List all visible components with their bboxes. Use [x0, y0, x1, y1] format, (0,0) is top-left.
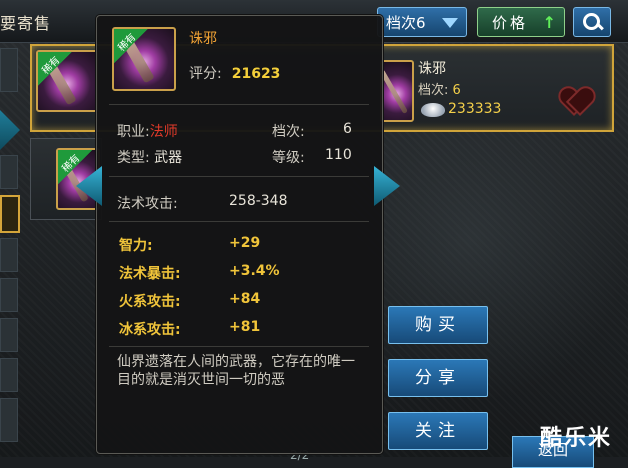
tier-value: 6	[343, 121, 352, 137]
category-tab[interactable]	[0, 318, 18, 352]
weapon-item-icon: 稀有	[36, 50, 98, 112]
stat-label: 智力:	[119, 238, 153, 254]
category-tab[interactable]	[0, 238, 18, 272]
item-score: 评分: 21623	[189, 66, 281, 82]
weapon-item-icon: 稀有	[112, 27, 176, 91]
divider	[109, 176, 369, 177]
type-row: 类型: 武器	[117, 150, 183, 166]
category-tab[interactable]	[0, 278, 18, 312]
stat-value: +29	[229, 235, 261, 251]
watermark: 酷乐米	[540, 426, 613, 451]
share-button[interactable]: 分享	[388, 359, 488, 397]
stat-value: +81	[229, 319, 261, 335]
listing-tier: 档次: 6	[418, 83, 461, 98]
category-tab[interactable]	[0, 398, 18, 442]
listing-price: 233333	[448, 101, 502, 117]
stat-label: 法术暴击:	[119, 266, 181, 282]
tier-filter-button[interactable]: 档次6	[377, 7, 467, 37]
divider	[109, 104, 369, 105]
divider	[109, 221, 369, 222]
rare-tag-icon: 稀有	[38, 52, 72, 86]
stat-value: +84	[229, 291, 261, 307]
sort-up-arrow-icon: ↑	[542, 13, 556, 32]
attack-label: 法术攻击:	[117, 196, 178, 212]
stat-label: 冰系攻击:	[119, 322, 181, 338]
category-tab[interactable]	[0, 48, 18, 92]
item-description: 仙界遗落在人间的武器，它存在的唯一目的就是消灭世间一切的恶	[117, 354, 355, 388]
price-sort-button[interactable]: 价格 ↑	[477, 7, 565, 37]
rare-tag-icon: 稀有	[114, 29, 148, 63]
buy-button[interactable]: 购买	[388, 306, 488, 344]
item-name: 诛邪	[189, 31, 217, 47]
favorite-heart-icon[interactable]	[560, 88, 590, 116]
page-title: 要寄售	[0, 14, 52, 33]
level-value: 110	[325, 147, 352, 163]
tier-row: 档次:	[272, 124, 305, 140]
dropdown-triangle-icon	[442, 18, 458, 28]
search-button[interactable]	[573, 7, 611, 37]
attack-value: 258-348	[229, 193, 288, 209]
category-tab[interactable]	[0, 155, 18, 189]
silver-ingot-icon	[421, 103, 445, 117]
item-tooltip: 稀有 诛邪 评分: 21623 职业:法师 档次: 6 类型: 武器 等级: 11…	[96, 15, 383, 454]
stat-label: 火系攻击:	[119, 294, 181, 310]
class-row: 职业:法师	[117, 124, 178, 140]
weapon-item-icon	[380, 60, 414, 122]
category-tab[interactable]	[0, 358, 18, 392]
level-row: 等级:	[272, 150, 305, 166]
divider	[109, 346, 369, 347]
tier-filter-label: 档次6	[386, 14, 426, 32]
follow-button[interactable]: 关注	[388, 412, 488, 450]
price-sort-label: 价格	[492, 14, 529, 32]
stat-value: +3.4%	[229, 263, 280, 279]
listing-item-name: 诛邪	[418, 61, 446, 77]
category-tab-selected[interactable]	[0, 195, 20, 233]
